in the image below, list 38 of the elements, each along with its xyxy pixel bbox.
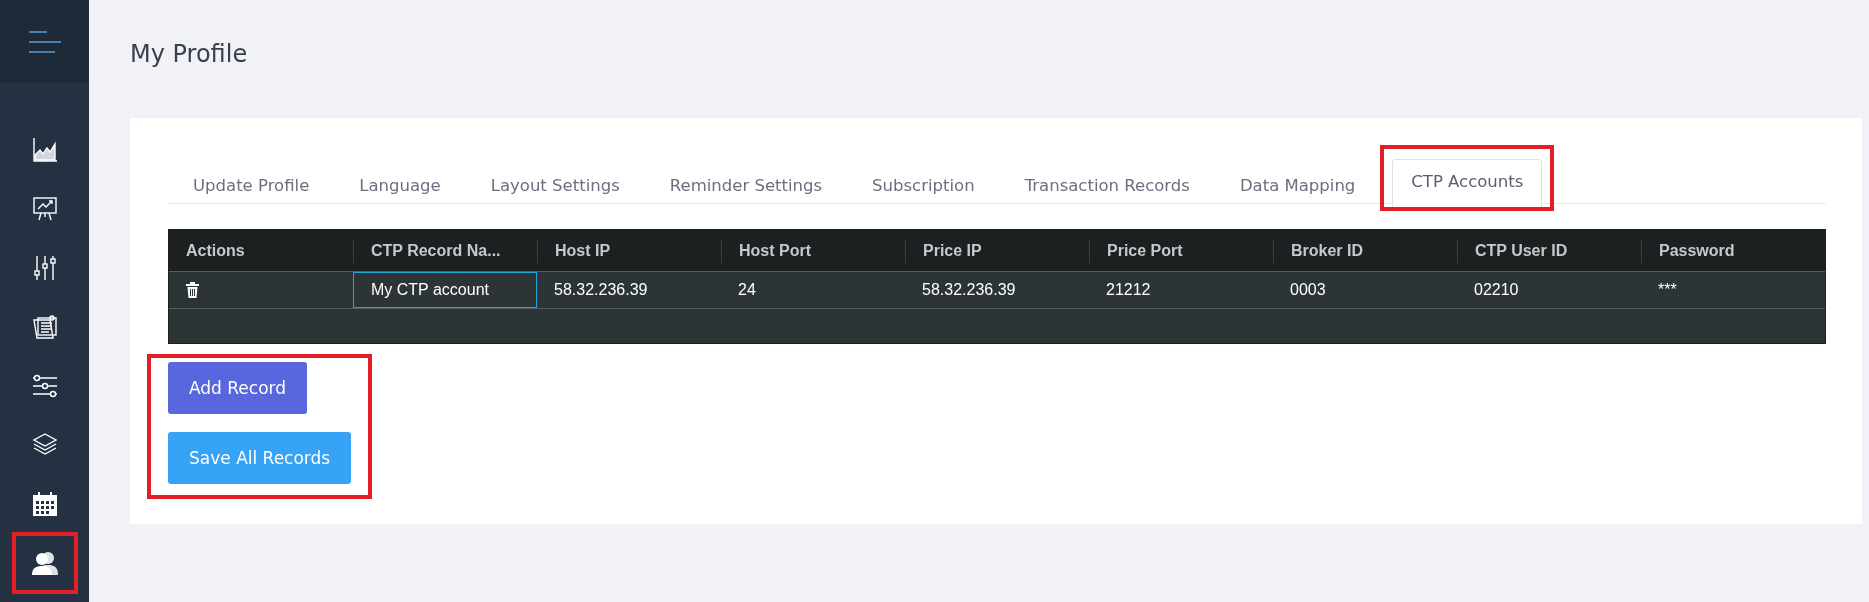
save-button[interactable]: Save All Records — [168, 432, 352, 484]
column-header: CTP Record Na... — [353, 238, 537, 263]
table-cell-text: 24 — [737, 280, 757, 300]
area-chart-icon[interactable] — [31, 137, 58, 163]
column-header: Price IP — [905, 238, 1089, 263]
tab[interactable]: Transaction Records — [1011, 163, 1203, 207]
table-cell-text: 21212 — [1105, 280, 1152, 300]
calendar-icon[interactable] — [31, 491, 58, 517]
column-header: Actions — [185, 240, 246, 261]
column-header: CTP User ID — [1457, 238, 1641, 263]
column-header: Host Port — [721, 238, 905, 263]
tab[interactable]: Layout Settings — [477, 163, 633, 207]
table-cell-text: 58.32.236.39 — [553, 280, 649, 300]
page-title: My Profile — [130, 40, 249, 68]
column-header: Broker ID — [1273, 238, 1457, 263]
menu-icon[interactable] — [26, 29, 63, 54]
table-cell[interactable]: My CTP account — [353, 272, 537, 308]
tab[interactable]: Reminder Settings — [656, 163, 836, 207]
settings-sliders-icon[interactable] — [31, 373, 58, 399]
tab[interactable]: Language — [346, 163, 454, 207]
table-cell-text: *** — [1657, 280, 1678, 300]
column-header: Price Port — [1089, 238, 1273, 263]
add-record-button[interactable]: Add Record — [168, 362, 308, 414]
notepad-icon[interactable] — [31, 314, 58, 340]
tab[interactable]: Subscription — [859, 163, 988, 207]
table-cell-text: 0003 — [1289, 280, 1327, 300]
tab[interactable]: Data Mapping — [1226, 163, 1369, 207]
column-header: Host IP — [537, 238, 721, 263]
layers-icon[interactable] — [31, 432, 58, 458]
column-header: Password — [1641, 238, 1825, 263]
users-icon[interactable] — [30, 550, 59, 576]
presentation-board-icon[interactable] — [31, 196, 58, 222]
trash-icon[interactable] — [186, 282, 199, 298]
mixer-sliders-icon[interactable] — [31, 255, 58, 281]
table-cell-text: 02210 — [1473, 280, 1520, 300]
tab[interactable]: Update Profile — [180, 163, 323, 207]
table-cell-text: 58.32.236.39 — [921, 280, 1017, 300]
tab[interactable]: CTP Accounts — [1392, 159, 1543, 207]
